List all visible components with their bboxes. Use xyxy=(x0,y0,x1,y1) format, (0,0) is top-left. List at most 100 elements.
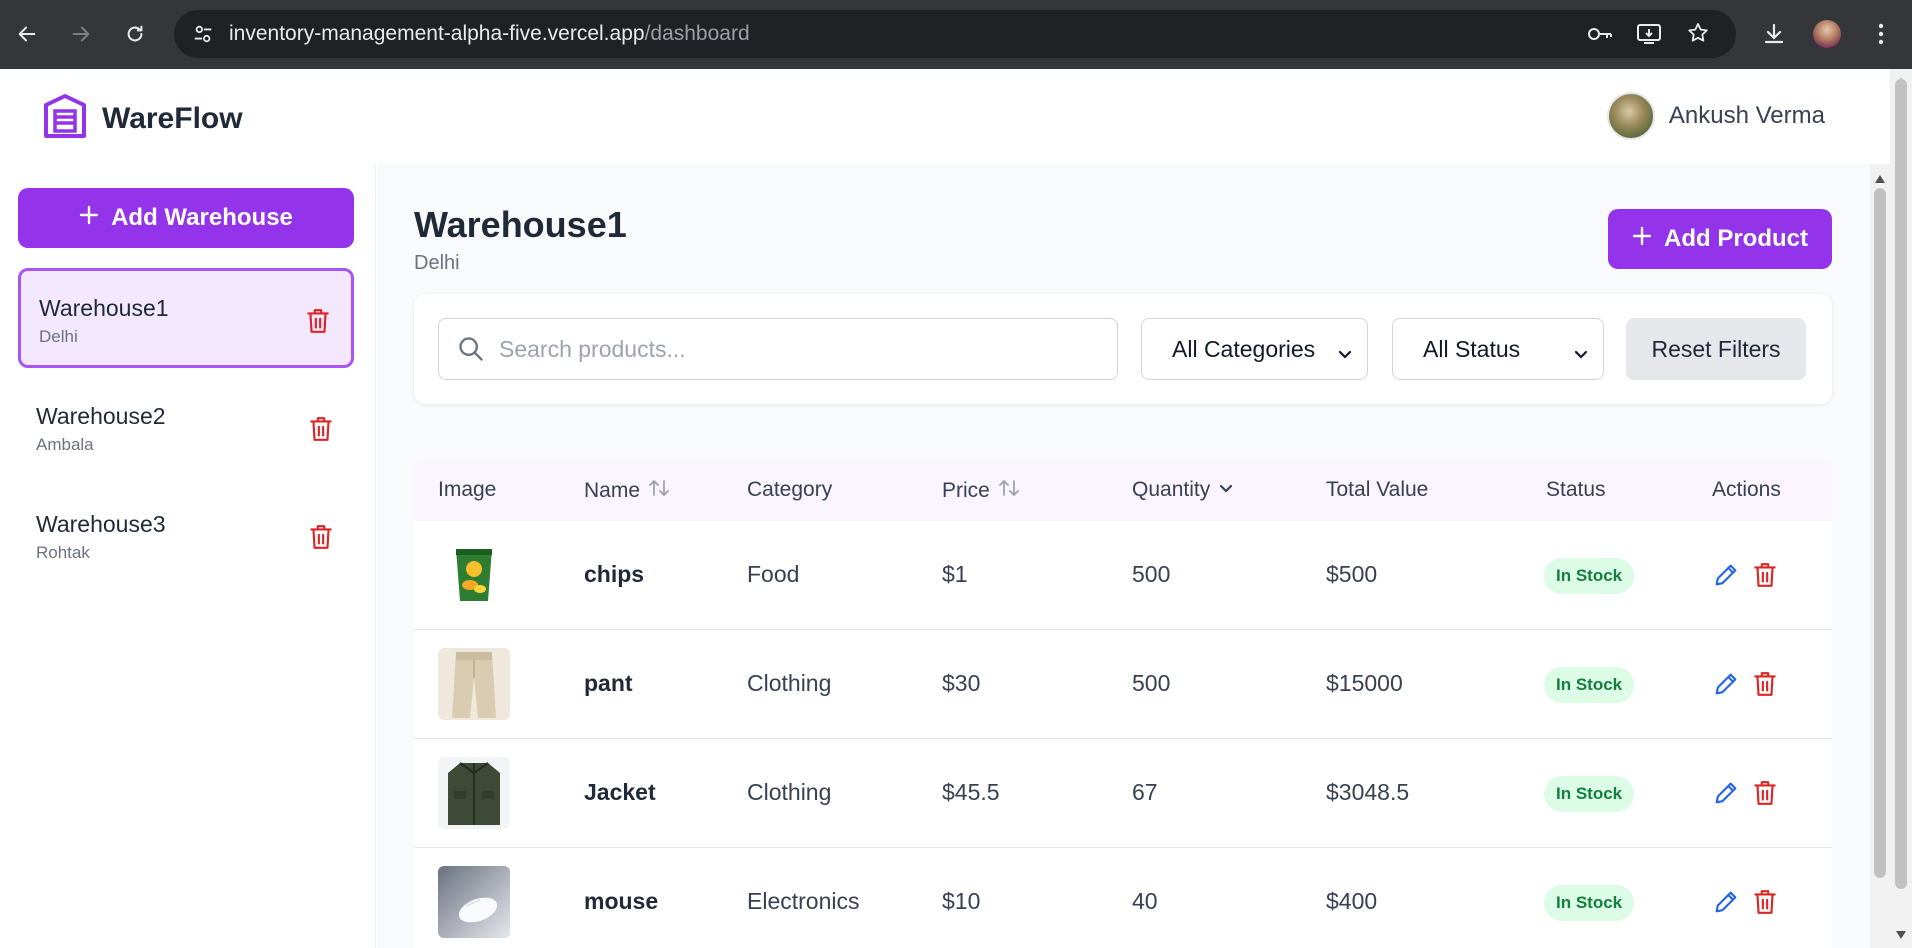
product-image xyxy=(438,539,510,611)
user-menu[interactable]: Ankush Verma xyxy=(1606,92,1825,140)
content-scrollbar[interactable] xyxy=(1870,164,1890,948)
table-row: Jacket Clothing $45.5 67 $3048.5 In Stoc… xyxy=(414,739,1832,848)
plus-icon xyxy=(1632,225,1652,253)
warehouse-location: Ambala xyxy=(36,435,94,454)
page-scrollbar[interactable] xyxy=(1890,69,1912,948)
app: WareFlow Ankush Verma Add Warehouse Ware… xyxy=(0,69,1890,948)
sort-icon xyxy=(998,478,1020,504)
table-row: chips Food $1 500 $500 In Stock xyxy=(414,521,1832,630)
product-image xyxy=(438,648,510,720)
user-name: Ankush Verma xyxy=(1668,102,1825,129)
edit-pencil-icon[interactable] xyxy=(1712,779,1740,807)
search-input[interactable] xyxy=(499,319,1099,379)
edit-pencil-icon[interactable] xyxy=(1712,561,1740,589)
product-category: Clothing xyxy=(747,779,832,805)
add-product-button[interactable]: Add Product xyxy=(1608,209,1832,269)
add-warehouse-button[interactable]: Add Warehouse xyxy=(18,188,354,248)
col-quantity[interactable]: Quantity xyxy=(1132,478,1234,502)
trash-icon[interactable] xyxy=(1752,670,1780,698)
col-price[interactable]: Price xyxy=(942,478,1020,504)
table-row: pant Clothing $30 500 $15000 In Stock xyxy=(414,630,1832,739)
forward-icon[interactable] xyxy=(66,19,96,49)
warehouse-location: Rohtak xyxy=(36,543,90,562)
product-price: $45.5 xyxy=(942,779,1000,805)
col-price-label: Price xyxy=(942,479,990,502)
trash-icon[interactable] xyxy=(1752,561,1780,589)
filter-bar: All Categories All Status Reset Filters xyxy=(414,294,1832,404)
brand[interactable]: WareFlow xyxy=(42,93,243,144)
profile-avatar-icon[interactable] xyxy=(1812,19,1842,49)
product-name: pant xyxy=(584,670,633,696)
product-price: $10 xyxy=(942,888,981,914)
trash-icon[interactable] xyxy=(305,307,331,335)
url-host: inventory-management-alpha-five.vercel.a… xyxy=(229,22,645,45)
status-badge: In Stock xyxy=(1544,667,1635,703)
edit-pencil-icon[interactable] xyxy=(1712,888,1740,916)
sidebar: Add Warehouse Warehouse1 Delhi Warehouse… xyxy=(0,164,376,948)
col-name[interactable]: Name xyxy=(584,478,670,504)
col-actions-label: Actions xyxy=(1712,478,1781,501)
scroll-up-icon[interactable] xyxy=(1875,170,1885,188)
password-key-icon[interactable] xyxy=(1586,22,1614,51)
warehouse-logo-icon xyxy=(42,93,88,144)
product-image xyxy=(438,866,510,938)
scrollbar-thumb[interactable] xyxy=(1874,188,1886,878)
back-icon[interactable] xyxy=(12,19,42,49)
product-price: $1 xyxy=(942,561,968,587)
address-bar[interactable]: inventory-management-alpha-five.vercel.a… xyxy=(174,10,1736,58)
product-category: Electronics xyxy=(747,888,860,914)
product-quantity: 67 xyxy=(1132,779,1158,805)
sidebar-item-warehouse2[interactable]: Warehouse2 Ambala xyxy=(18,379,354,479)
trash-icon[interactable] xyxy=(1752,779,1780,807)
product-total-value: $3048.5 xyxy=(1326,779,1410,805)
status-select[interactable]: All Status xyxy=(1392,318,1604,380)
sidebar-item-warehouse1[interactable]: Warehouse1 Delhi xyxy=(18,268,354,368)
sidebar-item-warehouse3[interactable]: Warehouse3 Rohtak xyxy=(18,487,354,587)
product-category: Clothing xyxy=(747,670,832,696)
chevron-down-icon xyxy=(1337,341,1353,368)
warehouse-location: Delhi xyxy=(39,327,78,346)
warehouse-name: Warehouse1 xyxy=(39,295,169,321)
trash-icon[interactable] xyxy=(308,523,334,551)
reset-filters-button[interactable]: Reset Filters xyxy=(1626,318,1806,380)
status-select-value: All Status xyxy=(1423,335,1521,362)
url-text: inventory-management-alpha-five.vercel.a… xyxy=(229,22,750,46)
add-product-label: Add Product xyxy=(1664,225,1808,252)
downloads-icon[interactable] xyxy=(1759,19,1789,49)
app-header: WareFlow Ankush Verma xyxy=(0,69,1890,164)
trash-icon[interactable] xyxy=(308,415,334,443)
brand-name: WareFlow xyxy=(102,101,243,135)
site-settings-icon[interactable] xyxy=(192,23,214,50)
scroll-down-icon[interactable] xyxy=(1896,926,1906,944)
product-quantity: 40 xyxy=(1132,888,1158,914)
trash-icon[interactable] xyxy=(1752,888,1780,916)
reload-icon[interactable] xyxy=(120,19,150,49)
warehouse-name: Warehouse3 xyxy=(36,511,166,537)
chevron-down-icon xyxy=(1573,341,1589,368)
bookmark-star-icon[interactable] xyxy=(1686,21,1710,50)
status-badge: In Stock xyxy=(1544,776,1635,812)
page-title: Warehouse1 xyxy=(414,204,627,245)
warehouse-name: Warehouse2 xyxy=(36,403,166,429)
search-box xyxy=(438,318,1118,380)
menu-kebab-icon[interactable] xyxy=(1866,19,1896,49)
table-header: Image Name Category Price Quantity Total… xyxy=(414,459,1832,521)
product-total-value: $500 xyxy=(1326,561,1378,587)
status-badge: In Stock xyxy=(1544,885,1635,921)
col-image: Image xyxy=(438,478,496,502)
category-select-value: All Categories xyxy=(1172,335,1316,362)
add-warehouse-label: Add Warehouse xyxy=(111,204,293,231)
page-subtitle: Delhi xyxy=(414,252,460,274)
edit-pencil-icon[interactable] xyxy=(1712,670,1740,698)
product-quantity: 500 xyxy=(1132,670,1171,696)
product-total-value: $400 xyxy=(1326,888,1378,914)
scrollbar-thumb[interactable] xyxy=(1895,79,1907,889)
main-content: Warehouse1 Delhi Add Product All Categor… xyxy=(377,164,1890,948)
product-quantity: 500 xyxy=(1132,561,1171,587)
product-total-value: $15000 xyxy=(1326,670,1403,696)
install-app-icon[interactable] xyxy=(1636,22,1662,51)
browser-toolbar: inventory-management-alpha-five.vercel.a… xyxy=(0,0,1912,69)
category-select[interactable]: All Categories xyxy=(1141,318,1368,380)
product-price: $30 xyxy=(942,670,981,696)
product-image xyxy=(438,757,510,829)
